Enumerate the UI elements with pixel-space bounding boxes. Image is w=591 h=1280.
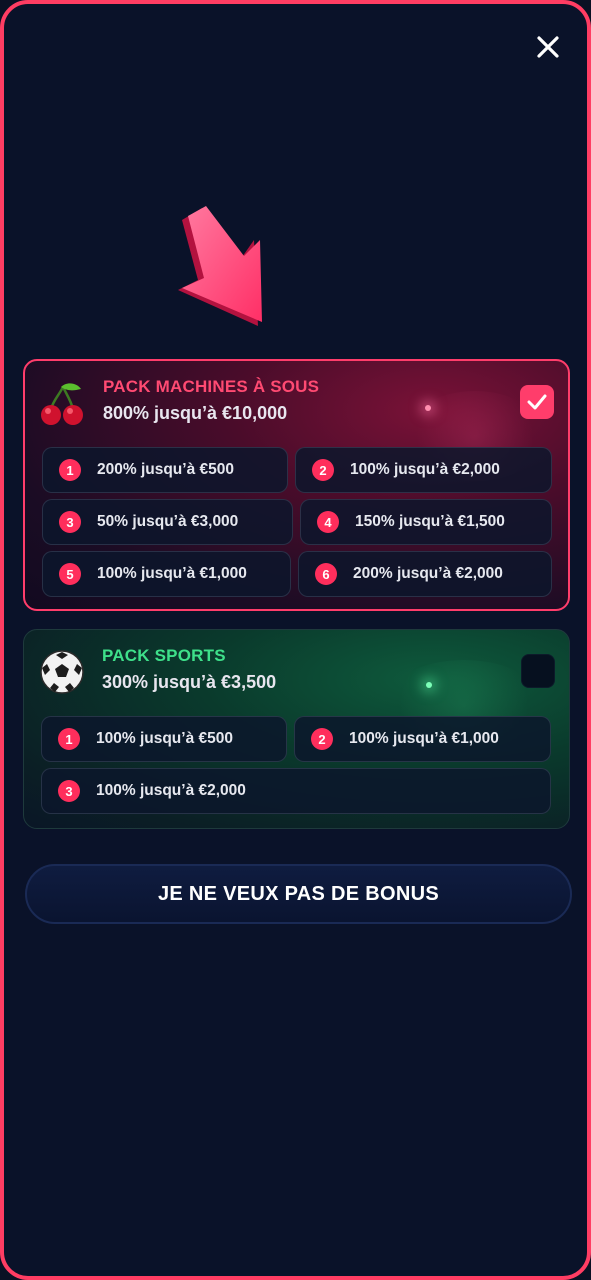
close-button[interactable] <box>533 32 563 62</box>
tier-number-badge: 3 <box>59 511 81 533</box>
tier-number-badge: 4 <box>317 511 339 533</box>
no-bonus-button[interactable]: JE NE VEUX PAS DE BONUS <box>25 864 572 924</box>
sports-tier-2[interactable]: 2 100% jusqu’à €1,000 <box>294 716 551 762</box>
slots-pack-subtitle: 800% jusqu’à €10,000 <box>103 403 288 423</box>
bonus-modal: PACK MACHINES À SOUS 800% jusqu’à €10,00… <box>0 0 591 1280</box>
tier-label: 100% jusqu’à €1,000 <box>349 730 499 747</box>
tier-number-badge: 1 <box>58 728 80 750</box>
slots-tier-3[interactable]: 3 50% jusqu’à €3,000 <box>42 499 293 545</box>
slots-tier-6[interactable]: 6 200% jusqu’à €2,000 <box>298 551 552 597</box>
tier-label: 200% jusqu’à €500 <box>97 461 234 478</box>
tier-label: 50% jusqu’à €3,000 <box>97 513 239 530</box>
sports-pack-subtitle: 300% jusqu’à €3,500 <box>102 672 277 692</box>
sports-tier-1[interactable]: 1 100% jusqu’à €500 <box>41 716 287 762</box>
sports-pack-title: PACK SPORTS <box>102 646 226 665</box>
cherry-icon <box>41 383 83 425</box>
checkmark-icon <box>527 394 547 410</box>
tier-number-badge: 5 <box>59 563 81 585</box>
sports-pack-card[interactable]: PACK SPORTS 300% jusqu’à €3,500 1 100% j… <box>23 629 570 829</box>
close-icon <box>537 36 559 58</box>
soccer-ball-icon <box>40 650 84 694</box>
slots-pack-checkbox[interactable] <box>520 385 554 419</box>
tier-label: 100% jusqu’à €500 <box>96 730 233 747</box>
slots-tier-2[interactable]: 2 100% jusqu’à €2,000 <box>295 447 552 493</box>
sports-pack-checkbox[interactable] <box>521 654 555 688</box>
tier-number-badge: 3 <box>58 780 80 802</box>
tier-label: 200% jusqu’à €2,000 <box>353 565 503 582</box>
tier-number-badge: 2 <box>312 459 334 481</box>
tier-label: 100% jusqu’à €2,000 <box>96 782 246 799</box>
tier-number-badge: 1 <box>59 459 81 481</box>
tier-label: 100% jusqu’à €1,000 <box>97 565 247 582</box>
sports-tier-3[interactable]: 3 100% jusqu’à €2,000 <box>41 768 551 814</box>
slots-tier-4[interactable]: 4 150% jusqu’à €1,500 <box>300 499 552 545</box>
slots-pack-title: PACK MACHINES À SOUS <box>103 377 320 396</box>
slots-pack-card[interactable]: PACK MACHINES À SOUS 800% jusqu’à €10,00… <box>23 359 570 611</box>
slots-tier-1[interactable]: 1 200% jusqu’à €500 <box>42 447 288 493</box>
slots-tier-5[interactable]: 5 100% jusqu’à €1,000 <box>42 551 291 597</box>
pointer-arrow-icon <box>178 206 262 326</box>
tier-label: 150% jusqu’à €1,500 <box>355 513 505 530</box>
tier-label: 100% jusqu’à €2,000 <box>350 461 500 478</box>
tier-number-badge: 2 <box>311 728 333 750</box>
tier-number-badge: 6 <box>315 563 337 585</box>
